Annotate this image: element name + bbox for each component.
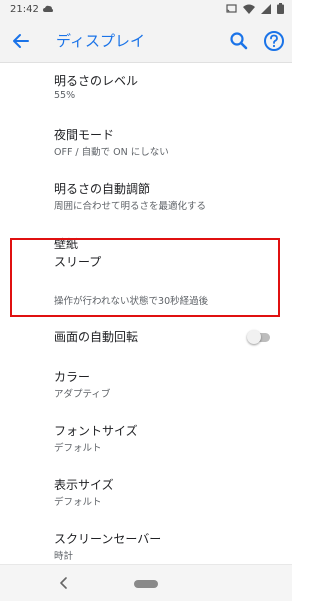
status-bar: 21:42 <box>0 0 292 20</box>
navigation-bar <box>0 564 292 601</box>
battery-icon <box>277 3 284 14</box>
setting-subtitle: アダプティブ <box>54 389 111 400</box>
status-icons <box>226 3 284 14</box>
home-pill-icon[interactable] <box>134 580 158 588</box>
setting-title: 表示サイズ <box>54 478 114 492</box>
nav-back-icon[interactable] <box>59 577 69 589</box>
setting-font-size[interactable]: フォントサイズ デフォルト <box>0 414 292 468</box>
page-title: ディスプレイ <box>56 32 145 50</box>
sleep-highlight-box <box>10 238 280 317</box>
setting-subtitle: 周囲に合わせて明るさを最適化する <box>54 201 207 212</box>
status-time: 21:42 <box>10 4 39 15</box>
setting-subtitle: 時計 <box>54 551 74 562</box>
setting-title: フォントサイズ <box>54 424 138 438</box>
setting-color[interactable]: カラー アダプティブ <box>0 360 292 414</box>
setting-subtitle: 55% <box>54 90 76 101</box>
setting-night-mode[interactable]: 夜間モード OFF / 自動で ON にしない <box>0 116 292 170</box>
toggle-thumb <box>247 330 261 344</box>
setting-title: カラー <box>54 370 91 384</box>
setting-subtitle: デフォルト <box>54 497 102 508</box>
setting-brightness[interactable]: 明るさのレベル 55% <box>0 62 292 116</box>
help-icon[interactable] <box>263 30 285 52</box>
setting-title: 明るさの自動調節 <box>54 182 151 196</box>
wifi-icon <box>243 4 255 14</box>
arrow-back-icon[interactable] <box>10 30 32 52</box>
setting-title: 明るさのレベル <box>54 74 139 88</box>
setting-title: 夜間モード <box>54 128 115 142</box>
setting-screensaver[interactable]: スクリーンセーバー 時計 <box>0 522 292 564</box>
setting-display-size[interactable]: 表示サイズ デフォルト <box>0 468 292 522</box>
setting-subtitle: デフォルト <box>54 443 102 454</box>
signal-icon <box>261 3 271 14</box>
setting-adaptive-brightness[interactable]: 明るさの自動調節 周囲に合わせて明るさを最適化する <box>0 170 292 224</box>
cloud-icon <box>43 5 53 12</box>
search-icon[interactable] <box>229 31 249 51</box>
setting-title: 画面の自動回転 <box>54 330 139 344</box>
setting-subtitle: OFF / 自動で ON にしない <box>54 147 169 158</box>
setting-title: スクリーンセーバー <box>54 532 162 546</box>
cast-icon <box>226 3 237 13</box>
auto-rotate-toggle[interactable] <box>247 329 273 345</box>
app-bar: ディスプレイ <box>0 20 292 63</box>
